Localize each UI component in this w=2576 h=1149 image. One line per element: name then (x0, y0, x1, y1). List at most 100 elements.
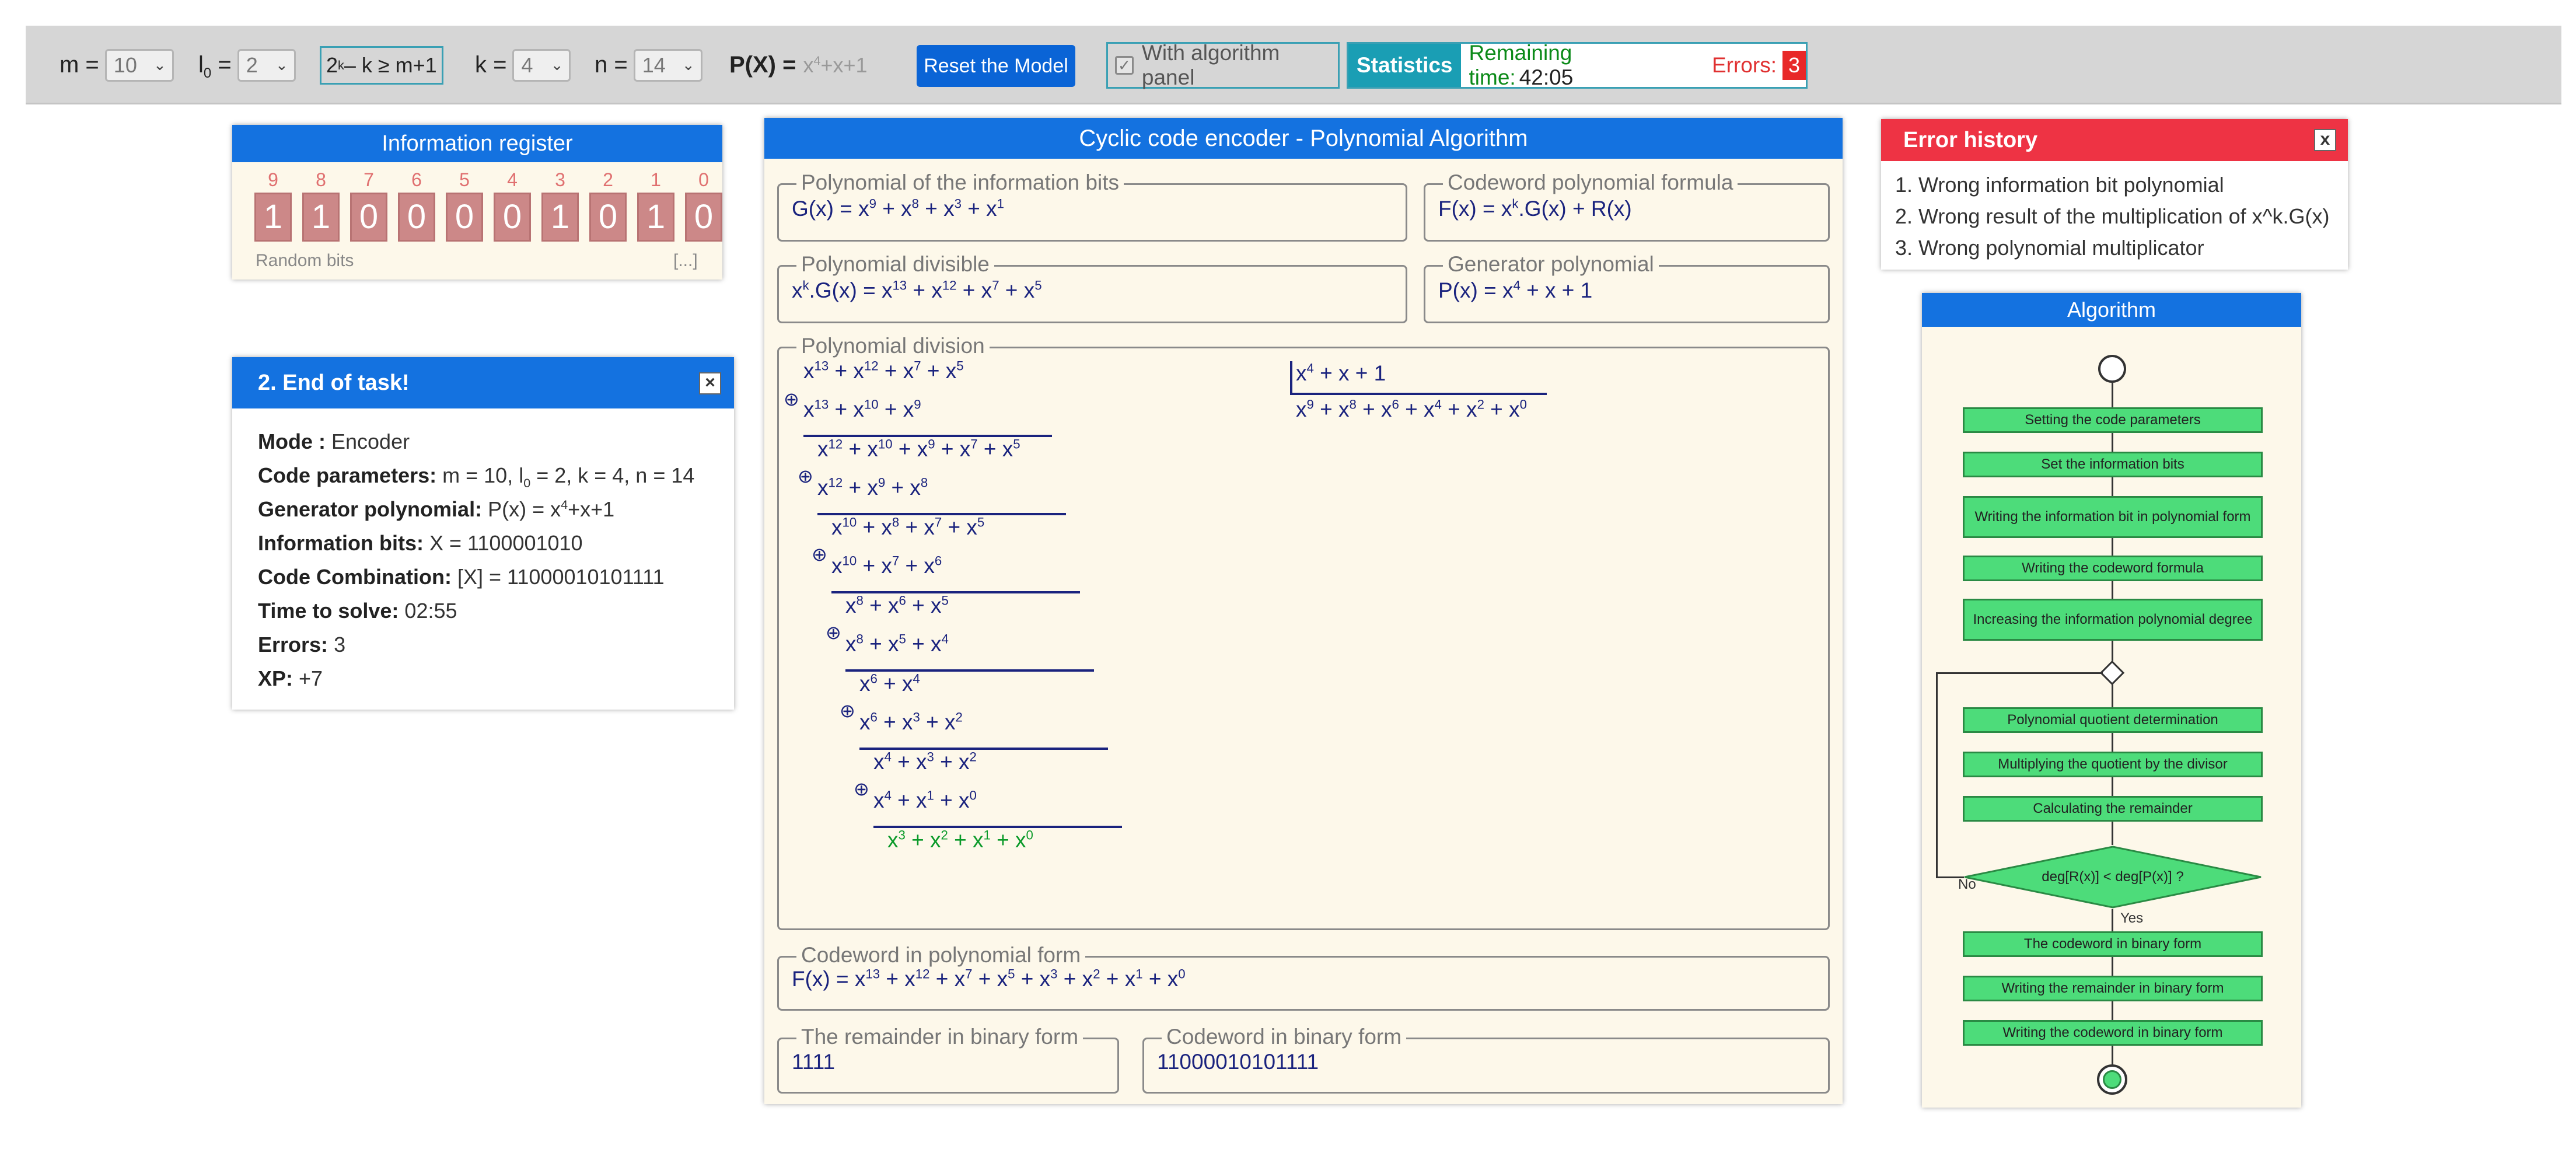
algorithm-step[interactable]: Calculating the remainder (1963, 796, 2263, 822)
algorithm-panel-label: With algorithm panel (1141, 41, 1280, 89)
statistics-panel: Statistics Remaining time: 42:05 Errors: … (1347, 41, 1808, 89)
codeword-formula-field[interactable]: Codeword polynomial formula F(x) = xk.G(… (1424, 170, 1830, 242)
chevron-down-icon: ⌄ (550, 56, 564, 74)
division-line: x13 + x12 + x7 + x5 (803, 358, 964, 383)
chevron-down-icon: ⌄ (153, 56, 166, 74)
errors-label: Errors: (1711, 53, 1777, 77)
bit-cell[interactable]: 31 (541, 169, 579, 242)
algorithm-step[interactable]: Multiplying the quotient by the divisor (1963, 752, 2263, 777)
chevron-down-icon: ⌄ (275, 56, 288, 74)
mode-line: Mode : Encoder (258, 429, 410, 453)
remainder-binary-legend: The remainder in binary form (796, 1024, 1083, 1050)
information-register-title: Information register (232, 125, 722, 162)
info-bits-polynomial-field[interactable]: Polynomial of the information bits G(x) … (777, 170, 1407, 242)
more-options-link[interactable]: [...] (673, 251, 698, 271)
px-value: x4+x+1 (803, 53, 868, 77)
bit-value: 0 (350, 193, 387, 242)
bit-cell[interactable]: 40 (494, 169, 531, 242)
xor-icon: ⊕ (784, 389, 799, 410)
bit-cell[interactable]: 11 (637, 169, 674, 242)
bit-cell[interactable]: 20 (589, 169, 627, 242)
bit-cell[interactable]: 70 (350, 169, 387, 242)
bit-index: 9 (268, 169, 278, 190)
close-icon[interactable]: × (699, 372, 721, 394)
flow-connector (2112, 684, 2113, 707)
generator-polynomial-field[interactable]: Generator polynomial P(x) = x4 + x + 1 (1424, 252, 1830, 323)
yes-label: Yes (2120, 910, 2144, 926)
polynomial-divisible-field[interactable]: Polynomial divisible xk.G(x) = x13 + x12… (777, 252, 1407, 323)
flow-connector (2112, 777, 2113, 796)
algorithm-step[interactable]: Writing the information bit in polynomia… (1963, 496, 2263, 538)
errors-line: Errors: 3 (258, 633, 346, 656)
m-select[interactable]: 10 ⌄ (104, 48, 174, 82)
k-select-value: 4 (521, 53, 533, 77)
codeword-formula-legend: Codeword polynomial formula (1443, 170, 1738, 195)
remainder-binary: 1111 (792, 1050, 836, 1074)
start-node-icon (2098, 355, 2126, 383)
flow-connector (2112, 909, 2113, 931)
bit-cell[interactable]: 00 (685, 169, 722, 242)
information-bits-line: Information bits: X = 1100001010 (258, 531, 583, 555)
algorithm-step[interactable]: Writing the codeword formula (1963, 556, 2263, 581)
top-toolbar: m = 10 ⌄ l0 = 2 ⌄ 2 k – k ≥ m+1 k = 4 ⌄ n = 1… (26, 26, 2561, 104)
errors-count-badge: 3 (1782, 51, 1806, 80)
n-label: n = (595, 52, 628, 78)
algorithm-step[interactable]: Writing the codeword in binary form (1963, 1020, 2263, 1046)
l0-select-value: 2 (246, 53, 258, 77)
bit-value: 0 (589, 193, 627, 242)
algorithm-step[interactable]: Increasing the information polynomial de… (1963, 599, 2263, 641)
cyclic-code-encoder-panel: Cyclic code encoder - Polynomial Algorit… (764, 118, 1843, 1104)
code-combination-line: Code Combination: [X] = 11000010101111 (258, 565, 665, 589)
bit-value: 0 (398, 193, 435, 242)
codeword-polynomial-field[interactable]: Codeword in polynomial form F(x) = x13 +… (777, 942, 1830, 1011)
algorithm-panel-checkbox[interactable]: ✓ With algorithm panel (1106, 41, 1340, 89)
flow-connector (2112, 1046, 2113, 1064)
flow-connector (2112, 433, 2113, 452)
division-line: x10 + x7 + x6 (831, 553, 942, 578)
time-to-solve-line: Time to solve: 02:55 (258, 599, 457, 623)
reset-model-button[interactable]: Reset the Model (917, 45, 1075, 87)
checkbox-icon: ✓ (1115, 56, 1134, 75)
n-select-value: 14 (642, 53, 666, 77)
px-control: P(X) = x4+x+1 (729, 26, 868, 104)
n-select[interactable]: 14 ⌄ (633, 48, 702, 82)
flow-connector (2112, 581, 2113, 599)
bit-cell[interactable]: 50 (446, 169, 483, 242)
info-bits-polynomial: G(x) = x9 + x8 + x3 + x1 (792, 196, 1004, 221)
xor-icon: ⊕ (812, 544, 827, 565)
decision-text[interactable]: deg[R(x)] < deg[P(x)] ? (1963, 845, 2263, 909)
polynomial-division-area[interactable]: Polynomial division x13 + x12 + x7 + x5 … (777, 333, 1830, 930)
bit-cell[interactable]: 91 (254, 169, 292, 242)
bit-value: 1 (254, 193, 292, 242)
codeword-binary-field[interactable]: Codeword in binary form 11000010101111 (1142, 1024, 1830, 1094)
bit-index: 0 (698, 169, 709, 190)
l0-select[interactable]: 2 ⌄ (237, 48, 296, 82)
xp-line: XP: +7 (258, 666, 323, 690)
division-line: x13 + x10 + x9 (803, 397, 921, 421)
quotient: x9 + x8 + x6 + x4 + x2 + x0 (1296, 397, 1527, 421)
algorithm-step[interactable]: Set the information bits (1963, 452, 2263, 477)
condition-box: 2 k – k ≥ m+1 (320, 46, 443, 85)
k-select[interactable]: 4 ⌄ (512, 48, 571, 82)
polynomial-divisible-legend: Polynomial divisible (796, 252, 994, 277)
k-control: k = 4 ⌄ (475, 26, 571, 104)
remainder-binary-field[interactable]: The remainder in binary form 1111 (777, 1024, 1119, 1094)
algorithm-panel: Algorithm Setting the code parameters Se… (1922, 293, 2301, 1108)
algorithm-step[interactable]: Setting the code parameters (1963, 407, 2263, 433)
bit-cell[interactable]: 60 (398, 169, 435, 242)
division-line: x12 + x9 + x8 (817, 475, 928, 500)
generator-polynomial-legend: Generator polynomial (1443, 252, 1659, 277)
algorithm-step[interactable]: The codeword in binary form (1963, 931, 2263, 957)
xor-icon: ⊕ (826, 622, 841, 643)
algorithm-step[interactable]: Writing the remainder in binary form (1963, 976, 2263, 1001)
remaining-time: Remaining time: 42:05 (1469, 41, 1574, 89)
statistics-label[interactable]: Statistics (1348, 44, 1461, 87)
divisor-bracket (1290, 361, 1292, 395)
random-bits-link[interactable]: Random bits (256, 251, 354, 271)
flow-connector (2112, 1001, 2113, 1020)
division-line: x6 + x4 (859, 671, 920, 696)
close-icon[interactable]: x (2314, 129, 2336, 151)
bit-cell[interactable]: 81 (302, 169, 340, 242)
algorithm-step[interactable]: Polynomial quotient determination (1963, 707, 2263, 733)
bit-index: 8 (316, 169, 326, 190)
